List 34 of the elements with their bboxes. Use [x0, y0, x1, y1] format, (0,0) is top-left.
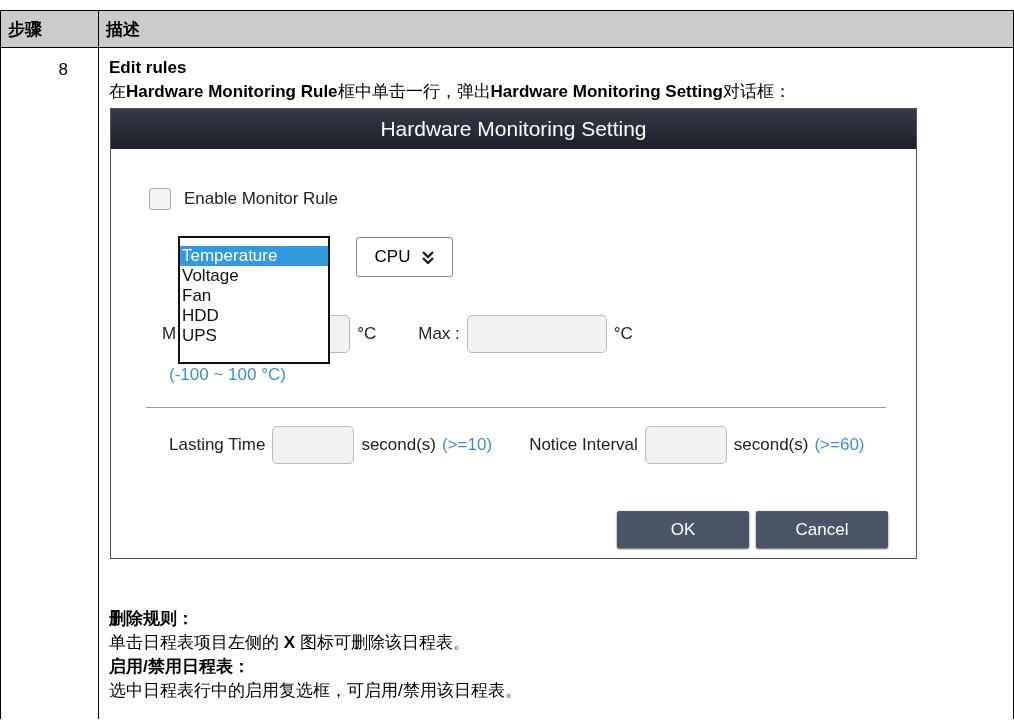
- unit-label: °C: [613, 323, 633, 345]
- dialog-title: Hardware Monitoring Setting: [111, 109, 916, 149]
- dialog-button[interactable]: Cancel: [756, 511, 888, 548]
- step-number: 8: [58, 60, 68, 79]
- input-field[interactable]: [466, 315, 607, 353]
- checkbox[interactable]: [149, 188, 171, 210]
- list-option[interactable]: UPS: [180, 326, 328, 346]
- hint-text: (>=60): [814, 434, 865, 456]
- hint-text: (>=10): [442, 434, 493, 456]
- input-field[interactable]: [644, 426, 727, 464]
- input-field[interactable]: [272, 426, 355, 464]
- step-title: Edit rules: [109, 57, 188, 79]
- list-option[interactable]: Fan: [180, 286, 328, 306]
- instruction-text: 在Hardware Monitoring Rule框中单击一行，弹出Hardware Monitoring Setting对话框：: [109, 81, 792, 103]
- note-heading: 删除规则：: [109, 608, 195, 630]
- note-text: 单击日程表项目左侧的 X 图标可删除该日程表。: [109, 632, 471, 654]
- field-label: Lasting Time: [169, 434, 266, 456]
- list-option[interactable]: HDD: [180, 306, 328, 326]
- range-hint: (-100 ~ 100 °C): [169, 364, 287, 386]
- field-label: Max :: [418, 323, 460, 345]
- dialog-button[interactable]: OK: [617, 511, 749, 548]
- unit-label: second(s): [733, 434, 809, 456]
- checkbox-label: Enable Monitor Rule: [184, 188, 339, 210]
- column-header: 步骤: [1, 11, 99, 48]
- double-chevron-icon: [422, 250, 435, 264]
- field-label: M: [162, 323, 177, 345]
- field-label: Notice Interval: [529, 434, 638, 456]
- note-text: 选中日程表行中的启用复选框，可启用/禁用该日程表。: [109, 680, 523, 702]
- column-header: 描述: [99, 11, 1013, 48]
- note-heading: 启用/禁用日程表：: [109, 656, 251, 678]
- component-dropdown[interactable]: CPU: [356, 237, 453, 277]
- list-option[interactable]: Voltage: [180, 266, 328, 286]
- unit-label: °C: [357, 323, 377, 345]
- unit-label: second(s): [361, 434, 437, 456]
